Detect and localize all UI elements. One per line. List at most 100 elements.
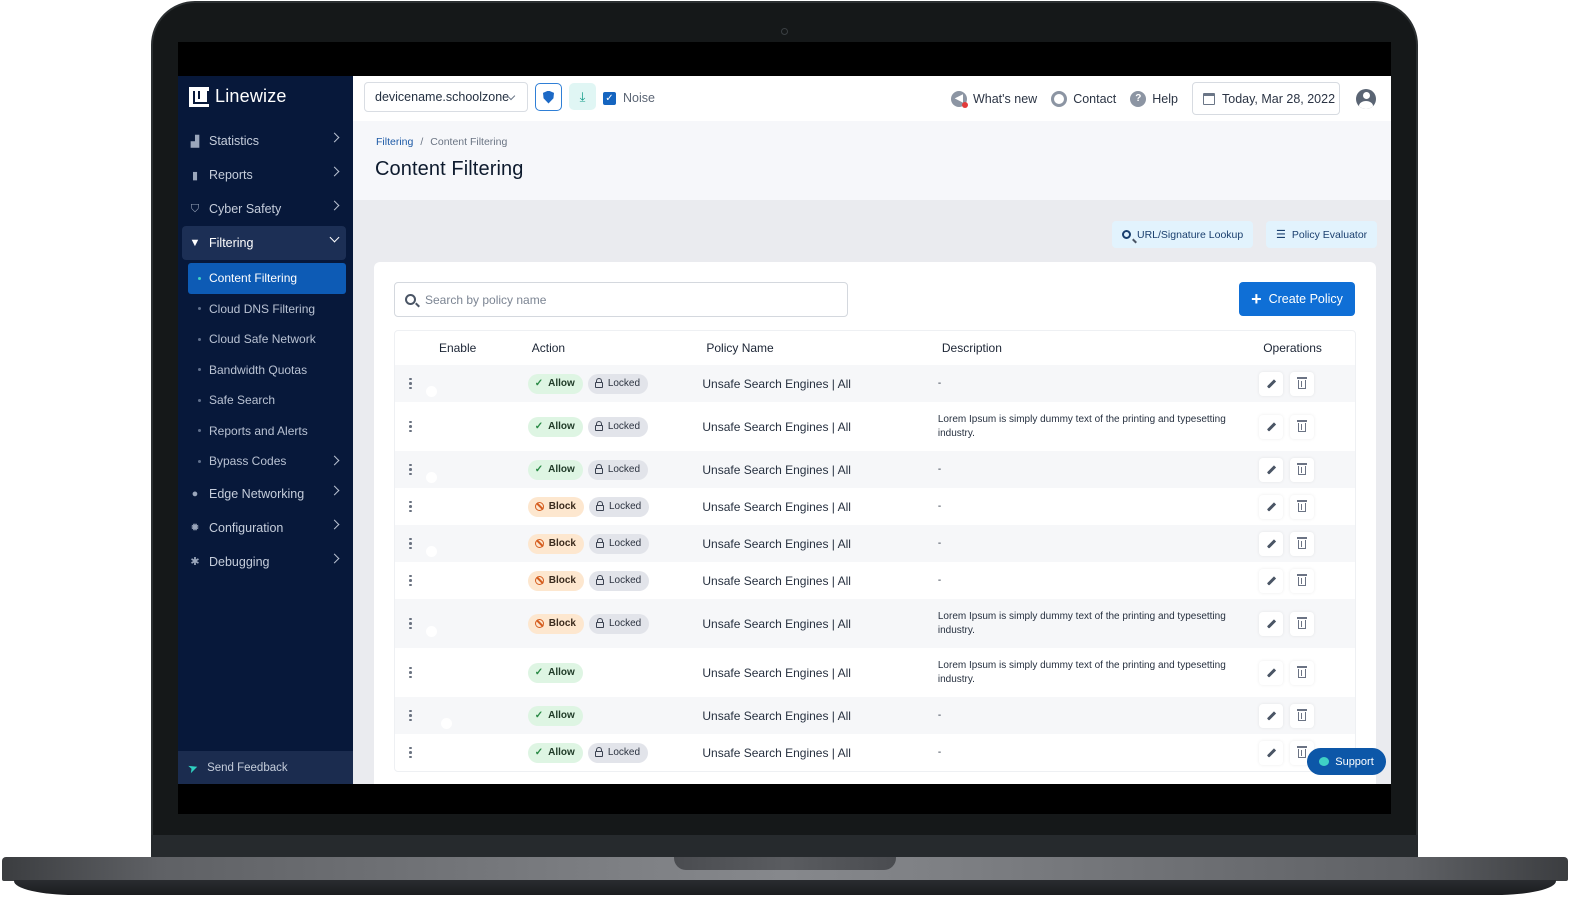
search-input[interactable] — [425, 292, 825, 307]
action-label: Allow — [548, 421, 575, 432]
table-row: ✓ Allow Unsafe Search Engines | All - — [395, 697, 1355, 734]
row-menu-icon[interactable] — [409, 574, 412, 587]
logo[interactable]: Linewize — [189, 86, 287, 107]
policy-evaluator-button[interactable]: ☰ Policy Evaluator — [1266, 221, 1378, 248]
edit-button[interactable] — [1259, 414, 1284, 439]
page-header: Filtering / Content Filtering Content Fi… — [353, 121, 1391, 200]
sidebar-item-cyber-safety[interactable]: ⛉ Cyber Safety — [182, 192, 346, 226]
table-row: ✓ Allow Locked Unsafe Search Engines | All - — [395, 365, 1355, 402]
sidebar-item-configuration[interactable]: ✹ Configuration — [182, 511, 346, 545]
edit-button[interactable] — [1259, 660, 1284, 685]
locked-badge: Locked — [588, 496, 650, 517]
row-menu-icon[interactable] — [409, 463, 412, 476]
delete-button[interactable] — [1290, 660, 1315, 685]
sidebar-item-filtering[interactable]: ▼ Filtering — [182, 226, 346, 260]
topbar-actions: ◀ What's new Contact ? Help Today, Mar 2… — [950, 76, 1391, 121]
policy-description: Lorem Ipsum is simply dummy text of the … — [937, 611, 1226, 636]
send-feedback-button[interactable]: ➤ Send Feedback — [178, 751, 353, 784]
row-menu-icon[interactable] — [409, 420, 412, 433]
locked-label: Locked — [608, 501, 642, 512]
sidebar-subitem-bypass-codes[interactable]: Bypass Codes — [188, 446, 346, 477]
table-row: Block Locked Unsafe Search Engines | All - — [395, 488, 1355, 525]
lock-icon — [595, 501, 604, 511]
locked-label: Locked — [608, 618, 642, 629]
edit-button[interactable] — [1259, 371, 1284, 396]
chart-icon: ▟ — [190, 135, 200, 148]
sidebar-item-edge-networking[interactable]: ● Edge Networking — [182, 477, 346, 511]
device-select[interactable]: devicename.schoolzone — [364, 82, 528, 112]
action-label: Allow — [548, 464, 575, 475]
sidebar-subitem-content-filtering[interactable]: Content Filtering — [188, 263, 346, 294]
edit-button[interactable] — [1259, 494, 1284, 519]
delete-button[interactable] — [1290, 531, 1315, 556]
date-picker[interactable]: Today, Mar 28, 2022 — [1192, 82, 1340, 115]
edit-button[interactable] — [1259, 457, 1284, 482]
shield-icon: ⛉ — [190, 202, 200, 215]
sidebar-subitem-cloud-safe-network[interactable]: Cloud Safe Network — [188, 324, 346, 355]
sliders-icon: ☰ — [1276, 229, 1286, 241]
col-policy-name: Policy Name — [706, 341, 774, 355]
paper-plane-icon: ➤ — [185, 759, 201, 776]
delete-button[interactable] — [1290, 703, 1315, 728]
help-link[interactable]: ? Help — [1130, 90, 1178, 107]
delete-button[interactable] — [1290, 371, 1315, 396]
trash-icon — [1297, 746, 1308, 758]
support-button[interactable]: Support — [1307, 748, 1386, 775]
noise-toggle: ✓ Noise — [603, 91, 655, 105]
sidebar-subitem-bandwidth-quotas[interactable]: Bandwidth Quotas — [188, 355, 346, 386]
delete-button[interactable] — [1290, 611, 1315, 636]
action-badge-allow: ✓ Allow — [527, 662, 583, 683]
breadcrumb-filtering[interactable]: Filtering — [376, 136, 413, 148]
delete-button[interactable] — [1290, 568, 1315, 593]
edit-button[interactable] — [1259, 531, 1284, 556]
edit-button[interactable] — [1259, 703, 1284, 728]
sidebar-item-label: Configuration — [209, 520, 284, 535]
table-row: Block Locked Unsafe Search Engines | All Lo… — [395, 599, 1355, 648]
user-avatar[interactable] — [1356, 88, 1376, 109]
edit-button[interactable] — [1259, 611, 1284, 636]
policy-evaluator-label: Policy Evaluator — [1291, 228, 1368, 241]
chat-bubble-icon — [1319, 757, 1330, 766]
sidebar-subitem-reports-and-alerts[interactable]: Reports and Alerts — [188, 416, 346, 447]
row-menu-icon[interactable] — [409, 617, 412, 630]
locked-badge: Locked — [587, 459, 649, 480]
delete-button[interactable] — [1290, 414, 1315, 439]
sidebar-item-reports[interactable]: ▮ Reports — [182, 158, 346, 192]
sidebar-subitem-cloud-dns-filtering[interactable]: Cloud DNS Filtering — [188, 294, 346, 325]
delete-button[interactable] — [1290, 457, 1315, 482]
contact-label: Contact — [1073, 91, 1117, 106]
trash-icon — [1297, 463, 1308, 475]
create-policy-button[interactable]: + Create Policy — [1239, 282, 1355, 316]
block-icon — [534, 502, 544, 511]
sidebar-item-statistics[interactable]: ▟ Statistics — [182, 124, 346, 158]
table-row: ✓ Allow Locked Unsafe Search Engines | All - — [395, 734, 1355, 771]
row-menu-icon[interactable] — [409, 377, 412, 390]
row-menu-icon[interactable] — [409, 500, 412, 513]
policies-table: Enable Action Policy Name Description Op… — [394, 330, 1356, 772]
row-menu-icon[interactable] — [409, 666, 412, 679]
check-icon: ✓ — [534, 667, 544, 678]
pencil-icon — [1266, 501, 1276, 512]
url-signature-lookup-button[interactable]: URL/Signature Lookup — [1112, 221, 1254, 248]
chevron-right-icon — [329, 485, 340, 495]
download-button[interactable]: ⤓ — [569, 83, 596, 110]
search-field[interactable] — [394, 282, 848, 317]
shield-button[interactable] — [535, 83, 562, 111]
action-badge-block: Block — [527, 496, 584, 517]
sidebar-item-debugging[interactable]: ✱ Debugging — [182, 545, 346, 579]
edit-button[interactable] — [1259, 740, 1284, 765]
delete-button[interactable] — [1290, 494, 1315, 519]
edit-button[interactable] — [1259, 568, 1284, 593]
block-icon — [534, 576, 544, 585]
row-menu-icon[interactable] — [409, 709, 412, 722]
contact-link[interactable]: Contact — [1051, 90, 1117, 107]
camera-icon — [781, 28, 788, 35]
create-policy-label: Create Policy — [1268, 292, 1343, 306]
whats-new-link[interactable]: ◀ What's new — [950, 90, 1037, 108]
bullet-icon — [198, 337, 201, 341]
row-menu-icon[interactable] — [409, 746, 412, 759]
pencil-icon — [1266, 421, 1276, 432]
noise-checkbox[interactable]: ✓ — [603, 91, 616, 105]
sidebar-subitem-safe-search[interactable]: Safe Search — [188, 385, 346, 416]
row-menu-icon[interactable] — [409, 537, 412, 550]
